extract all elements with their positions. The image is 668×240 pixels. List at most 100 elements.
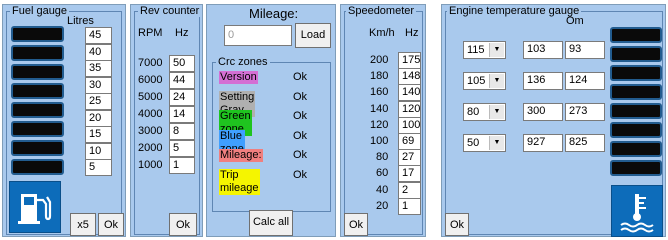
kmh-value: 60	[376, 167, 389, 180]
rev-hz-field[interactable]: 5	[169, 140, 195, 157]
crc-zone-name: Trip mileage	[219, 168, 260, 195]
kmh-value: 120	[370, 118, 389, 131]
fuel-pump-icon	[9, 181, 61, 233]
mileage-input[interactable]: 0	[224, 25, 292, 46]
fuel-litres-field[interactable]: 10	[85, 142, 112, 160]
engine-value-field[interactable]: 103	[523, 41, 563, 59]
rev-counter-title: Rev counter	[138, 5, 202, 17]
engine-om-field[interactable]: 124	[565, 72, 605, 90]
mileage-panel: Mileage: 0 Load Crc zones Version Ok Setti…	[206, 4, 336, 237]
rpm-value: 1000	[138, 159, 163, 171]
om-label: Om	[566, 15, 584, 27]
temperature-select-value: 50	[467, 137, 480, 149]
kmh-value: 180	[370, 70, 389, 83]
fuel-litres-field[interactable]: 45	[85, 27, 112, 44]
fuel-level-segment	[11, 121, 64, 137]
speedo-hz-field[interactable]: 120	[398, 100, 421, 118]
fuel-gauge-title: Fuel gauge	[10, 5, 70, 17]
crc-zone-status: Ok	[293, 149, 308, 161]
rpm-value: 7000	[138, 57, 163, 69]
crc-zone-status: Ok	[293, 168, 308, 181]
chevron-down-icon: ▼	[489, 43, 504, 57]
kmh-value: 20	[376, 199, 389, 212]
fuel-litres-field[interactable]: 15	[85, 126, 112, 143]
speedo-hz-label: Hz	[405, 27, 419, 39]
rev-hz-field[interactable]: 1	[169, 157, 195, 174]
rev-hz-field[interactable]: 24	[169, 89, 195, 106]
fuel-litres-field[interactable]: 5	[85, 159, 112, 176]
engine-temp-segment	[610, 84, 662, 100]
fuel-litres-field[interactable]: 40	[85, 43, 112, 61]
kmh-value: 160	[370, 86, 389, 99]
rev-ok-button[interactable]: Ok	[169, 213, 197, 236]
engine-temp-panel: Engine temperature gauge Om 115 ▼ 103 93 105…	[441, 4, 666, 237]
rev-hz-field[interactable]: 8	[169, 123, 195, 140]
fuel-level-segment	[11, 159, 64, 175]
rpm-value: 6000	[138, 74, 163, 86]
load-button[interactable]: Load	[295, 23, 331, 48]
fuel-level-segment	[11, 140, 64, 156]
temperature-select[interactable]: 80 ▼	[463, 103, 506, 121]
speedo-hz-field[interactable]: 148	[398, 68, 421, 86]
crc-zone-name: Version	[219, 71, 258, 84]
engine-temp-segment	[610, 46, 662, 62]
chevron-down-icon: ▼	[489, 105, 504, 119]
speedo-hz-field[interactable]: 27	[398, 149, 421, 167]
fuel-litres-field[interactable]: 25	[85, 93, 112, 110]
fuel-litres-field[interactable]: 20	[85, 109, 112, 127]
rev-hz-field[interactable]: 50	[169, 55, 195, 72]
engine-om-field[interactable]: 273	[565, 103, 605, 121]
fuel-level-segment	[11, 102, 64, 118]
temperature-select-value: 80	[467, 106, 480, 118]
temperature-select[interactable]: 115 ▼	[463, 41, 506, 59]
fuel-x5-button[interactable]: x5	[70, 213, 96, 236]
engine-temp-title: Engine temperature gauge	[447, 5, 582, 17]
chevron-down-icon: ▼	[489, 136, 504, 150]
mileage-title: Mileage:	[249, 6, 299, 21]
engine-om-field[interactable]: 93	[565, 41, 605, 59]
engine-value-field[interactable]: 136	[523, 72, 563, 90]
speedo-ok-button[interactable]: Ok	[344, 213, 368, 236]
speedo-hz-field[interactable]: 140	[398, 84, 421, 102]
fuel-litres-field[interactable]: 35	[85, 60, 112, 77]
crc-zone-status: Ok	[293, 90, 308, 103]
rpm-value: 5000	[138, 91, 163, 103]
engine-value-field[interactable]: 300	[523, 103, 563, 121]
speedo-hz-field[interactable]: 1	[398, 197, 421, 215]
fuel-level-segment	[11, 26, 64, 42]
engine-om-field[interactable]: 825	[565, 134, 605, 152]
engine-temp-segment	[610, 160, 662, 176]
kmh-value: 80	[376, 151, 389, 164]
engine-ok-button[interactable]: Ok	[445, 213, 469, 236]
speedo-hz-field[interactable]: 175	[398, 52, 421, 69]
rev-hz-field[interactable]: 44	[169, 72, 195, 89]
crc-zone-name: Mileage:	[219, 149, 263, 162]
rpm-value: 4000	[138, 108, 163, 120]
rev-hz-label: Hz	[175, 27, 189, 39]
kmh-value: 100	[370, 135, 389, 147]
engine-temp-segment	[610, 103, 662, 119]
engine-value-field[interactable]: 927	[523, 134, 563, 152]
speedometer-title: Speedometer	[346, 5, 417, 17]
kmh-label: Km/h	[369, 27, 395, 39]
engine-temp-segment	[610, 65, 662, 81]
fuel-level-segment	[11, 64, 64, 80]
temperature-select-value: 115	[467, 44, 485, 56]
fuel-litres-field[interactable]: 30	[85, 76, 112, 94]
crc-zone-status: Ok	[293, 110, 308, 122]
temperature-select[interactable]: 105 ▼	[463, 72, 506, 90]
speedo-hz-field[interactable]: 2	[398, 181, 421, 199]
rev-hz-field[interactable]: 14	[169, 106, 195, 123]
kmh-value: 200	[370, 54, 389, 66]
rev-counter-panel: Rev counter RPM Hz 7000 50 6000 44 5000 24 400…	[130, 4, 203, 237]
speedometer-panel: Speedometer Km/h Hz 200 175 180 148 160 140 14…	[340, 4, 426, 237]
kmh-value: 40	[376, 183, 389, 196]
speedo-hz-field[interactable]: 17	[398, 165, 421, 183]
fuel-ok-button[interactable]: Ok	[98, 213, 124, 236]
engine-temp-segment	[610, 141, 662, 157]
temperature-select[interactable]: 50 ▼	[463, 134, 506, 152]
engine-temp-segment	[610, 122, 662, 138]
calc-all-button[interactable]: Calc all	[249, 210, 293, 236]
speedo-hz-field[interactable]: 100	[398, 116, 421, 134]
speedo-hz-field[interactable]: 69	[398, 133, 421, 150]
